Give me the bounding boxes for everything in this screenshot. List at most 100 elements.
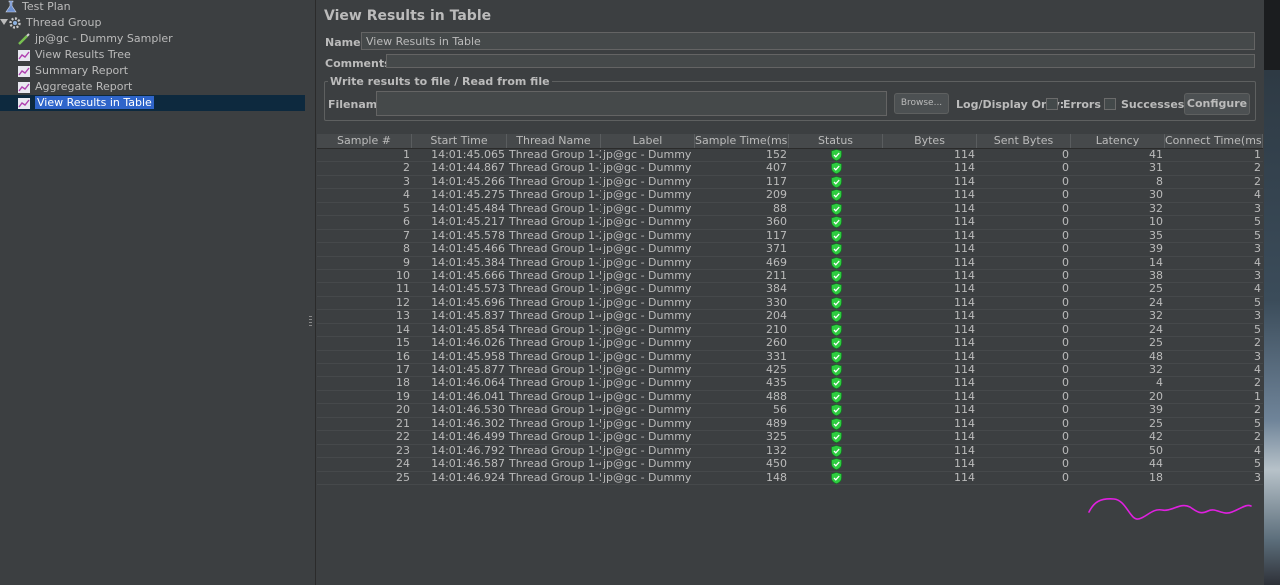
column-header-label[interactable]: Label	[601, 134, 695, 148]
cell-thread-name: Thread Group 1-1	[509, 350, 601, 363]
cell-sample-time: 211	[766, 269, 787, 282]
configure-button[interactable]: Configure	[1184, 93, 1250, 115]
cell-thread-name: Thread Group 1-3	[509, 431, 601, 444]
cell-start-time: 14:01:46.792	[431, 444, 505, 457]
cell-thread-name: Thread Group 1-3	[509, 175, 601, 188]
table-row[interactable]: 19 14:01:46.041 Thread Group 1-4 jp@gc - Du…	[317, 391, 1263, 405]
successes-label: Successes	[1121, 98, 1185, 111]
tree-item-label: View Results in Table	[35, 96, 154, 109]
cell-sample-time: 330	[766, 296, 787, 309]
cell-latency: 39	[1149, 243, 1163, 256]
tree-item-test-plan[interactable]: Test Plan	[4, 0, 71, 15]
table-row[interactable]: 2 14:01:44.867 Thread Group 1-1 jp@gc - Dum…	[317, 162, 1263, 176]
tree-item-summary-report[interactable]: Summary Report	[17, 63, 128, 79]
cell-label: jp@gc - Dummy S...	[603, 243, 695, 256]
cell-thread-name: Thread Group 1-3	[509, 377, 601, 390]
cell-latency: 32	[1149, 364, 1163, 377]
tree-item-view-results-tree[interactable]: View Results Tree	[17, 47, 131, 63]
pipette-icon	[17, 32, 31, 46]
tree-item-aggregate-report[interactable]: Aggregate Report	[17, 79, 132, 95]
cell-thread-name: Thread Group 1-1	[509, 162, 601, 175]
split-pane-divider[interactable]	[306, 0, 316, 585]
table-row[interactable]: 21 14:01:46.302 Thread Group 1-5 jp@gc - Du…	[317, 417, 1263, 432]
table-row[interactable]: 7 14:01:45.578 Thread Group 1-2 jp@gc - Dum…	[317, 230, 1263, 244]
cell-status	[789, 337, 883, 350]
cell-bytes: 114	[954, 162, 975, 175]
cell-thread-name: Thread Group 1-1	[509, 202, 601, 215]
cell-sample-time: 152	[766, 149, 787, 161]
cell-bytes: 114	[954, 243, 975, 256]
table-row[interactable]: 22 14:01:46.499 Thread Group 1-3 jp@gc - Du…	[317, 431, 1263, 445]
cell-sample-time: 331	[766, 350, 787, 363]
table-row[interactable]: 8 14:01:45.466 Thread Group 1-4 jp@gc - Dum…	[317, 243, 1263, 257]
cell-sent-bytes: 0	[1062, 417, 1069, 430]
column-header-thread-name[interactable]: Thread Name	[507, 134, 601, 148]
name-field[interactable]: View Results in Table	[361, 32, 1255, 50]
cell-latency: 18	[1149, 471, 1163, 484]
filename-input[interactable]	[376, 91, 887, 116]
cell-start-time: 14:01:46.924	[431, 471, 505, 484]
errors-checkbox[interactable]	[1046, 98, 1058, 110]
cell-sample-number: 23	[396, 444, 410, 457]
column-header-sample-number[interactable]: Sample #	[317, 134, 412, 148]
table-row[interactable]: 24 14:01:46.587 Thread Group 1-4 jp@gc - Du…	[317, 458, 1263, 472]
column-header-bytes[interactable]: Bytes	[883, 134, 977, 148]
shield-check-icon	[830, 458, 842, 471]
table-row[interactable]: 20 14:01:46.530 Thread Group 1-4 jp@gc - Du…	[317, 404, 1263, 418]
table-row[interactable]: 23 14:01:46.792 Thread Group 1-5 jp@gc - Du…	[317, 444, 1263, 459]
cell-status	[789, 310, 883, 323]
cell-thread-name: Thread Group 1-5	[509, 364, 601, 377]
table-row[interactable]: 1 14:01:45.065 Thread Group 1-2 jp@gc - Dum…	[317, 149, 1263, 163]
cell-connect-time: 3	[1254, 243, 1261, 256]
table-row[interactable]: 10 14:01:45.666 Thread Group 1-5 jp@gc - Du…	[317, 269, 1263, 284]
column-header-status[interactable]: Status	[789, 134, 883, 148]
table-row[interactable]: 12 14:01:45.696 Thread Group 1-2 jp@gc - Du…	[317, 296, 1263, 311]
shield-check-icon	[830, 310, 842, 323]
cell-start-time: 14:01:46.587	[431, 458, 505, 471]
cell-label: jp@gc - Dummy S...	[603, 202, 695, 215]
drag-handle-icon[interactable]	[309, 316, 312, 328]
chevron-down-icon[interactable]	[0, 15, 8, 31]
column-header-sent-bytes[interactable]: Sent Bytes	[977, 134, 1071, 148]
table-row[interactable]: 17 14:01:45.877 Thread Group 1-5 jp@gc - Du…	[317, 364, 1263, 378]
cell-status	[789, 162, 883, 175]
table-row[interactable]: 3 14:01:45.266 Thread Group 1-3 jp@gc - Dum…	[317, 175, 1263, 190]
comments-field[interactable]	[386, 54, 1255, 68]
table-row[interactable]: 16 14:01:45.958 Thread Group 1-1 jp@gc - Du…	[317, 350, 1263, 365]
tree-item-dummy-sampler[interactable]: jp@gc - Dummy Sampler	[17, 31, 173, 47]
cell-status	[789, 270, 883, 282]
column-header-start-time[interactable]: Start Time	[412, 134, 507, 148]
column-header-sample-time[interactable]: Sample Time(ms)	[695, 134, 789, 148]
cell-connect-time: 3	[1254, 350, 1261, 363]
cell-sample-time: 148	[766, 471, 787, 484]
comments-label: Comments:	[325, 57, 396, 70]
successes-checkbox[interactable]	[1104, 98, 1116, 110]
table-row[interactable]: 6 14:01:45.217 Thread Group 1-2 jp@gc - Dum…	[317, 216, 1263, 230]
tree-item-thread-group[interactable]: Thread Group	[0, 15, 101, 31]
table-row[interactable]: 9 14:01:45.384 Thread Group 1-3 jp@gc - Dum…	[317, 257, 1263, 270]
table-row[interactable]: 25 14:01:46.924 Thread Group 1-5 jp@gc - Du…	[317, 472, 1263, 485]
cell-status	[789, 189, 883, 202]
table-row[interactable]: 15 14:01:46.026 Thread Group 1-2 jp@gc - Du…	[317, 337, 1263, 351]
table-row[interactable]: 18 14:01:46.064 Thread Group 1-3 jp@gc - Du…	[317, 377, 1263, 391]
table-row[interactable]: 5 14:01:45.484 Thread Group 1-1 jp@gc - Dum…	[317, 202, 1263, 217]
table-row[interactable]: 13 14:01:45.837 Thread Group 1-4 jp@gc - Du…	[317, 310, 1263, 324]
cell-sent-bytes: 0	[1062, 364, 1069, 377]
shield-check-icon	[830, 216, 842, 229]
cell-status	[789, 444, 883, 457]
column-header-connect-time[interactable]: Connect Time(ms)	[1165, 134, 1263, 148]
table-row[interactable]: 14 14:01:45.854 Thread Group 1-3 jp@gc - Du…	[317, 323, 1263, 338]
cell-bytes: 114	[954, 256, 975, 269]
cell-start-time: 14:01:45.854	[431, 323, 505, 336]
cell-start-time: 14:01:44.867	[431, 162, 505, 175]
table-row[interactable]: 4 14:01:45.275 Thread Group 1-1 jp@gc - Dum…	[317, 189, 1263, 203]
browse-button[interactable]: Browse...	[894, 93, 949, 114]
cell-thread-name: Thread Group 1-4	[509, 458, 601, 471]
column-header-latency[interactable]: Latency	[1071, 134, 1165, 148]
cell-bytes: 114	[954, 175, 975, 188]
tree-item-view-results-in-table[interactable]: View Results in Table	[0, 95, 305, 111]
cell-bytes: 114	[954, 189, 975, 202]
table-row[interactable]: 11 14:01:45.573 Thread Group 1-1 jp@gc - Du…	[317, 283, 1263, 297]
cell-thread-name: Thread Group 1-4	[509, 310, 601, 323]
cell-sample-number: 2	[403, 162, 410, 175]
